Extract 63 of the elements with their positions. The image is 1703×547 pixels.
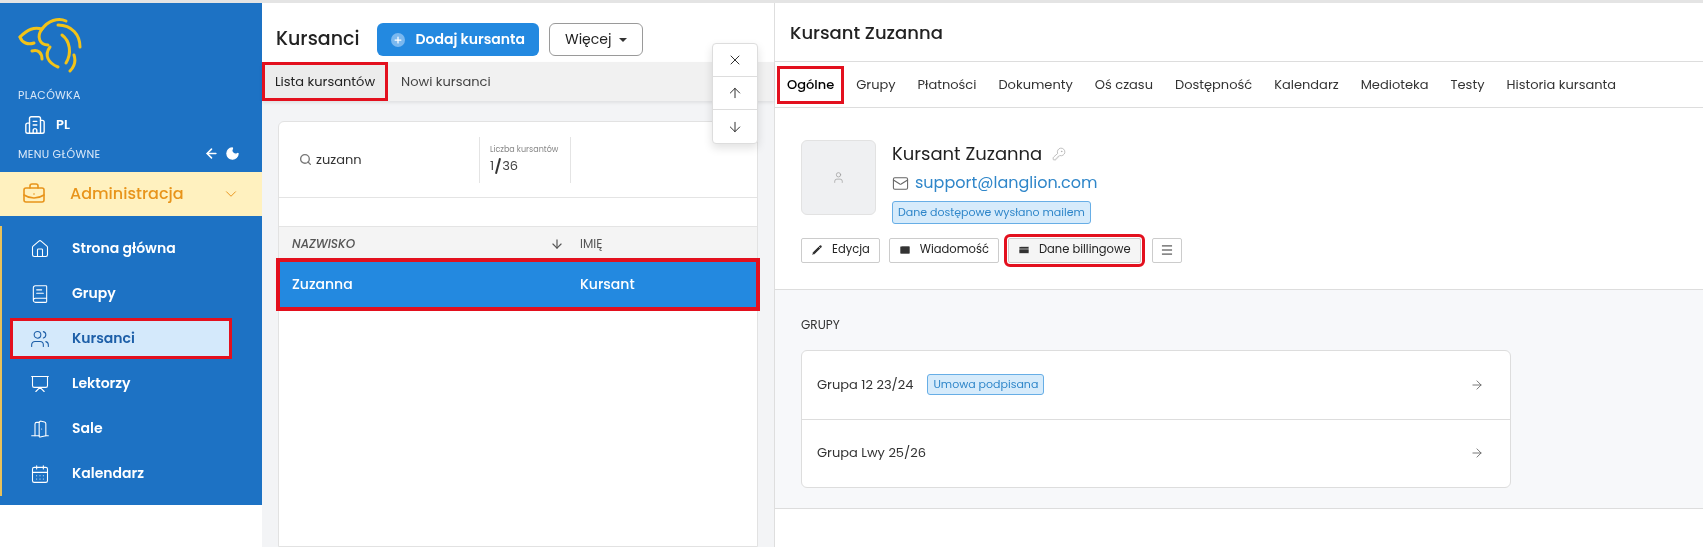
- contract-badge: Umowa podpisana: [927, 374, 1045, 395]
- menu-label: MENU GŁÓWNE: [18, 145, 101, 162]
- detail-tab[interactable]: Historia kursanta: [1496, 65, 1627, 104]
- counter-total: 36: [502, 155, 519, 176]
- caret-icon: [619, 37, 628, 42]
- column-header[interactable]: NAZWISKO: [292, 235, 550, 253]
- group-name: Grupa 12 23/24: [817, 374, 914, 395]
- column-header[interactable]: IMIĘ: [580, 235, 757, 253]
- house-icon: [30, 238, 50, 259]
- group-name: Grupa Lwy 25/26: [817, 443, 926, 463]
- table-cell-text: Zuzanna: [291, 274, 354, 295]
- detail-tab[interactable]: Oś czasu: [1084, 65, 1163, 104]
- nav-item[interactable]: Kalendarz: [10, 453, 232, 494]
- nav-item[interactable]: Lektorzy: [10, 363, 232, 404]
- counter-shown: 1: [490, 155, 495, 176]
- detail-tab[interactable]: Dostępność: [1164, 65, 1263, 104]
- nav-item[interactable]: Grupy: [10, 273, 232, 314]
- detail-tab[interactable]: Grupy: [846, 65, 906, 104]
- counter-label: Liczba kursantów: [490, 143, 559, 156]
- detail-title: Kursant Zuzanna: [790, 18, 943, 46]
- email-link[interactable]: support@langlion.com: [915, 171, 1098, 195]
- nav-item[interactable]: Kursanci: [10, 318, 232, 359]
- people-icon: [30, 328, 50, 349]
- card-icon: [1017, 244, 1030, 256]
- action-button[interactable]: Edycja: [801, 237, 880, 263]
- status-badge: Dane dostępowe wysłano mailem: [892, 201, 1091, 224]
- pencil-icon: [811, 244, 823, 256]
- calendar-icon: [30, 463, 50, 484]
- student-name: Kursant Zuzanna: [892, 140, 1043, 167]
- add-student-button[interactable]: Dodaj kursanta: [377, 23, 539, 56]
- detail-tab[interactable]: Testy: [1440, 65, 1495, 104]
- briefcase-icon: [22, 182, 46, 206]
- menu-button[interactable]: [1151, 237, 1182, 263]
- detail-tab[interactable]: Medioteka: [1350, 65, 1439, 104]
- action-button[interactable]: Wiadomość: [888, 237, 999, 263]
- nav-item[interactable]: Strona główna: [10, 228, 232, 269]
- group-row[interactable]: Grupa Lwy 25/26: [802, 418, 1510, 487]
- table-cell-text: Kursant: [579, 274, 636, 295]
- buildings-icon: [24, 113, 46, 136]
- search-icon: [299, 153, 312, 166]
- more-dropdown[interactable]: Więcej: [549, 23, 644, 56]
- nav-item[interactable]: Sale: [10, 408, 232, 449]
- menu-icon: [1159, 243, 1174, 257]
- detail-tab[interactable]: Kalendarz: [1264, 65, 1349, 104]
- list-tab[interactable]: Lista kursantów: [262, 62, 389, 101]
- section-label: PLACÓWKA: [18, 87, 82, 104]
- moon-icon[interactable]: [225, 146, 240, 162]
- search-field[interactable]: zuzann: [316, 149, 476, 170]
- detail-tab[interactable]: Dokumenty: [988, 65, 1083, 104]
- table-row[interactable]: Zuzanna Kursant: [279, 261, 757, 308]
- presenter-icon: [30, 373, 50, 394]
- person-icon: [832, 171, 845, 184]
- detail-tab[interactable]: Ogólne: [777, 65, 845, 104]
- book-icon: [30, 283, 50, 304]
- door-icon: [30, 418, 50, 439]
- plus-icon: [391, 32, 406, 47]
- arrow-up-icon: [727, 85, 743, 101]
- group-row[interactable]: Grupa 12 23/24 Umowa podpisana: [802, 350, 1510, 419]
- branch-name[interactable]: PL: [56, 114, 70, 135]
- section-heading: GRUPY: [801, 315, 840, 333]
- detail-tab[interactable]: Płatności: [907, 65, 987, 104]
- panel-title: Kursanci: [276, 25, 360, 54]
- list-tab[interactable]: Nowi kursanci: [388, 62, 504, 101]
